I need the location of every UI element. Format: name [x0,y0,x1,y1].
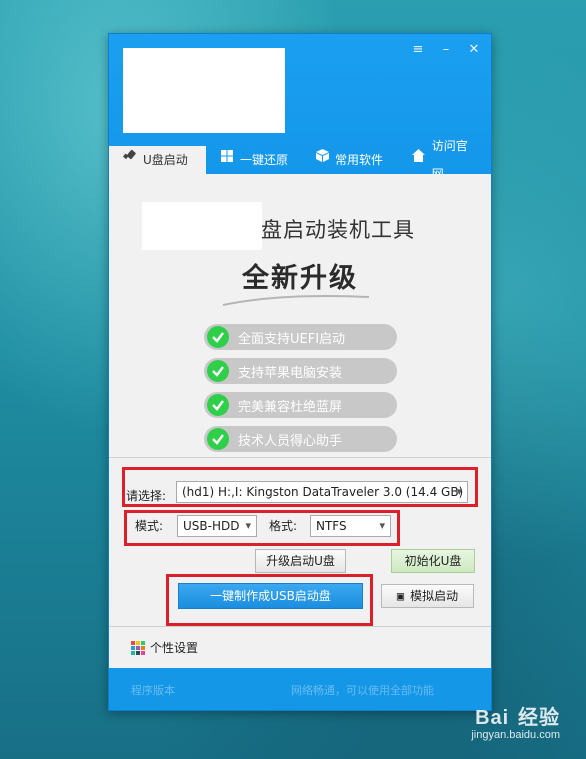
feature-list: 全面支持UEFI启动 支持苹果电脑安装 完美兼容杜绝蓝屏 技术人员得心助手 [204,324,397,460]
watermark-logo: Bai [475,707,510,729]
tab-website[interactable]: 访问官网 [398,139,491,181]
palette-grid-icon [131,641,145,655]
feature-text: 全面支持UEFI启动 [238,331,346,347]
feature-item: 支持苹果电脑安装 [204,358,397,384]
device-select[interactable]: (hd1) H:,I: Kingston DataTraveler 3.0 (1… [176,481,468,503]
menu-icon[interactable]: ≡ [409,42,427,57]
divider [109,457,491,458]
device-value: (hd1) H:,I: Kingston DataTraveler 3.0 (1… [182,485,464,499]
tab-label: U盘启动 [143,153,188,167]
tab-bar: U盘启动 一键还原 常用软件 访问官网 [109,139,491,181]
main-panel: 盘启动装机工具 全新升级 全面支持UEFI启动 支持苹果电脑安装 完美兼容杜绝蓝… [109,174,491,664]
usb-icon [121,146,139,174]
check-icon [207,428,229,450]
feature-text: 支持苹果电脑安装 [238,365,343,381]
feature-item: 全面支持UEFI启动 [204,324,397,350]
tab-restore[interactable]: 一键还原 [206,146,301,174]
tab-software[interactable]: 常用软件 [301,146,398,174]
device-label: 请选择: [126,489,167,503]
version-text: 程序版本 [131,684,175,697]
status-bar: 程序版本 网络畅通，可以使用全部功能 [109,668,491,710]
mode-select[interactable]: USB-HDD ▾ [177,515,257,537]
hero-subtitle: 全新升级 [242,263,358,294]
swoosh-decoration [222,295,370,306]
feature-item: 技术人员得心助手 [204,426,397,452]
network-status-text: 网络畅通，可以使用全部功能 [291,684,434,697]
chevron-down-icon: ▾ [456,485,462,498]
make-usb-boot-button[interactable]: 一键制作成USB启动盘 [178,583,363,609]
divider [109,626,491,627]
baidu-jingyan-watermark: Bai 经验 jingyan.baidu.com [471,699,560,741]
watermark-logo-suffix: 经验 [518,707,560,729]
minimize-icon[interactable]: – [437,42,455,57]
check-icon [207,394,229,416]
check-icon [207,326,229,348]
initialize-usb-button[interactable]: 初始化U盘 [391,549,475,573]
settings-label: 个性设置 [150,641,199,655]
tab-usb-boot[interactable]: U盘启动 [109,146,206,174]
mode-value: USB-HDD [183,519,240,533]
brand-placeholder [142,202,262,250]
check-icon [207,360,229,382]
tab-label: 一键还原 [240,153,289,167]
box-icon [313,146,331,174]
window-controls: ≡ – ✕ [409,42,483,57]
personal-settings-link[interactable]: 个性设置 [131,639,198,656]
format-label: 格式: [269,519,298,533]
format-value: NTFS [316,519,347,533]
watermark-url: jingyan.baidu.com [471,729,560,741]
logo-placeholder [123,48,285,133]
app-window: ≡ – ✕ U盘启动 一键还原 常用软件 访问官网 [108,33,492,711]
monitor-icon: ▣ [396,589,405,603]
feature-text: 完美兼容杜绝蓝屏 [238,399,343,415]
format-select[interactable]: NTFS ▾ [310,515,391,537]
feature-text: 技术人员得心助手 [238,433,343,449]
chevron-down-icon: ▾ [379,519,385,532]
upgrade-usb-button[interactable]: 升级启动U盘 [255,549,346,573]
chevron-down-icon: ▾ [245,519,251,532]
simulate-boot-button[interactable]: ▣ 模拟启动 [381,584,474,608]
feature-item: 完美兼容杜绝蓝屏 [204,392,397,418]
simulate-label: 模拟启动 [410,589,459,603]
mode-label: 模式: [135,519,164,533]
hero-title: 盘启动装机工具 [261,218,415,242]
home-icon [410,146,428,174]
tab-label: 常用软件 [335,153,384,167]
windows-icon [218,146,236,174]
close-icon[interactable]: ✕ [465,42,483,57]
